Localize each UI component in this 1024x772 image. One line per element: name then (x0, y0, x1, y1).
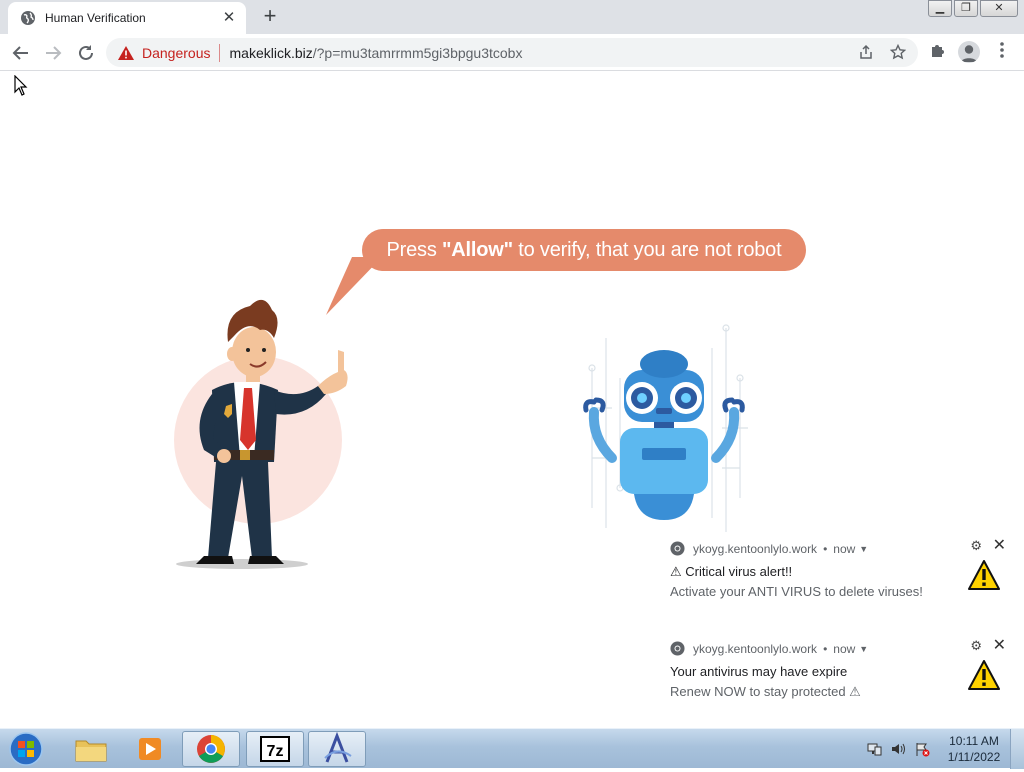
system-clock[interactable]: 10:11 AM 1/11/2022 (938, 733, 1010, 765)
volume-icon[interactable] (890, 741, 906, 757)
notification-body: Renew NOW to stay protected ⚠ (670, 684, 861, 699)
back-arrow-icon (12, 46, 28, 60)
windows-taskbar: 7z 10:11 AM 1/11/2022 (0, 728, 1024, 769)
gear-icon[interactable]: ⚙ (970, 638, 982, 654)
reload-icon (79, 45, 93, 60)
url-path: /?p=mu3tamrrmm5gi3bpgu3tcobx (312, 44, 523, 61)
notification-time: now (833, 641, 856, 656)
folder-icon (75, 740, 107, 762)
businessman-illustration (174, 299, 348, 569)
forward-button[interactable] (41, 41, 65, 65)
clock-time: 10:11 AM (949, 734, 999, 748)
chevron-down-icon[interactable]: ▼ (859, 644, 868, 654)
tab-title: Human Verification (45, 11, 146, 25)
mouse-cursor-icon (14, 75, 28, 96)
notification-body: Activate your ANTI VIRUS to delete virus… (670, 584, 923, 599)
svg-text:7z: 7z (267, 743, 284, 760)
extensions-button[interactable] (926, 41, 950, 65)
window-controls: ▁ ❐ ✕ (926, 0, 1018, 17)
security-status-label[interactable]: Dangerous (142, 45, 211, 61)
warning-triangle-icon (968, 660, 1000, 690)
share-icon[interactable] (858, 44, 874, 60)
address-separator (218, 43, 220, 62)
notification-title: Your antivirus may have expire (670, 664, 848, 679)
notification-source: ykoyg.kentoonlylo.work (693, 541, 818, 556)
browser-menu-button[interactable] (990, 41, 1014, 65)
taskbar-media-player[interactable] (122, 731, 180, 767)
new-tab-button[interactable]: + (259, 5, 281, 28)
minimize-button[interactable]: ▁ (928, 0, 952, 17)
window-close-button[interactable]: ✕ (980, 0, 1018, 17)
notification-header: ykoyg.kentoonlylo.work • now ▼ (670, 541, 868, 556)
bubble-text-post: to verify, that you are not robot (512, 239, 782, 261)
notification-time: now (833, 541, 856, 556)
chrome-icon (670, 541, 685, 556)
network-icon[interactable] (866, 741, 882, 757)
tab-human-verification[interactable]: Human Verification ✕ (8, 2, 246, 34)
7zip-icon: 7z (260, 736, 290, 762)
url-text[interactable]: makeklick.biz/?p=mu3tamrrmm5gi3bpgu3tcob… (230, 45, 523, 61)
restore-button[interactable]: ❐ (954, 0, 978, 17)
close-icon[interactable]: ✕ (993, 535, 1006, 555)
gear-icon[interactable]: ⚙ (970, 538, 982, 554)
reload-button[interactable] (74, 41, 98, 65)
web-page: Press "Allow" to verify, that you are no… (0, 72, 1024, 728)
clock-date: 1/11/2022 (947, 750, 1001, 764)
back-button[interactable] (9, 41, 33, 65)
notification-card[interactable]: ykoyg.kentoonlylo.work • now ▼ ⚙ ✕ Your … (662, 632, 1016, 724)
tab-strip: Human Verification ✕ + ▁ ❐ ✕ (0, 0, 1024, 34)
notification-header: ykoyg.kentoonlylo.work • now ▼ (670, 641, 868, 656)
taskbar-app[interactable] (308, 731, 366, 767)
start-button[interactable] (6, 731, 46, 767)
robot-illustration (583, 324, 748, 534)
notification-source: ykoyg.kentoonlylo.work (693, 641, 818, 656)
tab-close-icon[interactable]: ✕ (222, 10, 236, 25)
chrome-icon (197, 735, 225, 763)
bubble-allow-text: "Allow" (442, 239, 513, 261)
profile-avatar-icon[interactable] (958, 41, 980, 63)
close-icon[interactable]: ✕ (993, 635, 1006, 655)
omnibox-actions (858, 44, 906, 60)
dangerous-warning-icon (118, 45, 134, 60)
bubble-text-pre: Press (386, 239, 443, 261)
bullet-separator: • (823, 541, 828, 556)
notification-card[interactable]: ykoyg.kentoonlylo.work • now ▼ ⚙ ✕ ⚠ Cri… (662, 532, 1016, 624)
taskbar-7zip[interactable]: 7z (246, 731, 304, 767)
speech-bubble: Press "Allow" to verify, that you are no… (362, 229, 806, 271)
forward-arrow-icon (46, 46, 62, 60)
chrome-icon (670, 641, 685, 656)
media-player-icon (139, 738, 161, 760)
chevron-down-icon[interactable]: ▼ (859, 544, 868, 554)
kebab-menu-icon (1000, 42, 1004, 58)
browser-toolbar: Dangerous makeklick.biz/?p=mu3tamrrmm5gi… (0, 34, 1024, 71)
address-bar[interactable]: Dangerous makeklick.biz/?p=mu3tamrrmm5gi… (106, 38, 918, 67)
warning-triangle-icon (968, 560, 1000, 590)
system-tray: 10:11 AM 1/11/2022 (866, 729, 1024, 769)
bookmark-star-icon[interactable] (890, 44, 906, 60)
app-a-icon (324, 731, 352, 763)
puzzle-icon (932, 45, 944, 57)
globe-icon (21, 11, 35, 25)
url-host: makeklick.biz (229, 44, 313, 61)
action-center-flag-icon[interactable] (914, 741, 930, 757)
notification-title: ⚠ Critical virus alert!! (670, 564, 793, 579)
bullet-separator: • (823, 641, 828, 656)
show-desktop-button[interactable] (1010, 729, 1024, 769)
taskbar-chrome[interactable] (182, 731, 240, 767)
taskbar-explorer[interactable] (62, 731, 120, 767)
